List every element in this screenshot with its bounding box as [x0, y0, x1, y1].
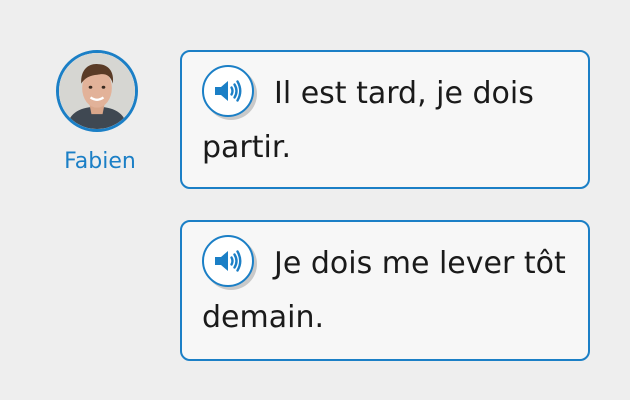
message-bubble: Il est tard, je dois partir. [180, 50, 590, 189]
speaker-volume-icon [215, 80, 242, 102]
speaker-name: Fabien [64, 149, 136, 174]
play-audio-button[interactable] [202, 235, 257, 290]
avatar [56, 50, 138, 132]
play-audio-button[interactable] [202, 65, 257, 120]
speaker-volume-icon [215, 250, 242, 272]
message-bubble: Je dois me lever tôt demain. [180, 220, 590, 361]
speaker-photo [59, 53, 135, 129]
